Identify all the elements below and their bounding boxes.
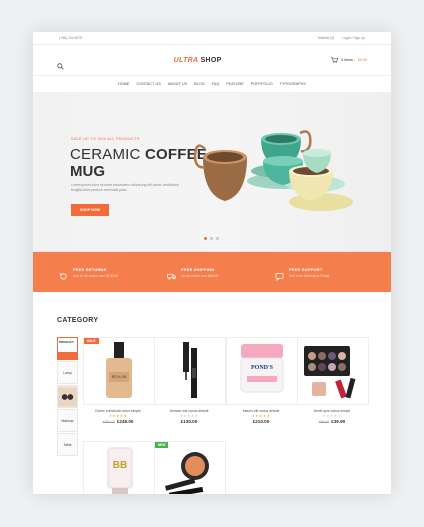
site-header: ULTRA SHOP 0 items - £0.00: [33, 45, 391, 76]
mascara-icon: [183, 342, 197, 398]
eyeshadow-palette-icon: [304, 346, 356, 399]
bb-cream-tube-icon: BB: [107, 447, 133, 494]
new-badge: NEW: [155, 442, 169, 448]
shipping-icon: [167, 268, 176, 280]
nav-contact[interactable]: CONTACT US: [136, 82, 160, 86]
product-price: £300.00 £249.00: [102, 419, 134, 424]
nav-portfolio[interactable]: PORTFOLIO: [251, 82, 273, 86]
shop-now-button[interactable]: SHOP NOW: [71, 204, 109, 216]
sidebar-item-makeup[interactable]: Makeup: [57, 409, 78, 432]
product-rating: ★★★★★: [179, 414, 199, 418]
product-card[interactable]: BB: [83, 441, 155, 494]
logo-ultra: ULTRA: [173, 56, 199, 64]
slider-dot[interactable]: [204, 237, 207, 240]
product-image[interactable]: POND'S: [226, 337, 298, 405]
product-name[interactable]: Aenean nisl varius default: [154, 409, 224, 413]
feature-returns: FREE RETURNS Any for all orders over $100…: [59, 267, 149, 280]
features-band: FREE RETURNS Any for all orders over $100…: [33, 252, 391, 292]
top-bar: (+88) 234 5678 Wishlist (0) Login / Sign…: [33, 32, 391, 45]
phone-text: (+88) 234 5678: [59, 36, 83, 40]
nav-blog[interactable]: BLOG: [194, 82, 205, 86]
product-card[interactable]: POND'S Mauris elit varius default ★★★★★ …: [226, 337, 298, 424]
nav-typography[interactable]: TYPOGRAPHY: [280, 82, 306, 86]
hero-title-line2: MUG: [70, 163, 105, 180]
sidebar-item-image[interactable]: [57, 385, 78, 408]
nav-home[interactable]: HOME: [118, 82, 129, 86]
nav-faq[interactable]: FAQ: [212, 82, 220, 86]
search-icon[interactable]: [57, 57, 64, 70]
foundation-bottle-icon: REVLON: [106, 342, 132, 398]
slider-dots[interactable]: [204, 237, 219, 240]
feature-support: FREE SUPPORT 24/7 from Monday to Friday: [275, 267, 365, 281]
svg-text:POND'S: POND'S: [251, 365, 274, 371]
product-image[interactable]: BB: [83, 441, 155, 494]
product-price: £130.00: [180, 419, 198, 424]
cart-button[interactable]: 0 items - £0.00: [331, 56, 367, 64]
nav-about[interactable]: ABOUT US: [168, 82, 187, 86]
hero-promo: SALE UP TO 30% ALL PRODUCTS: [71, 137, 140, 141]
slider-dot[interactable]: [216, 237, 219, 240]
product-price: £55.00 £39.90: [318, 419, 346, 424]
product-image[interactable]: NEW: [154, 441, 226, 494]
svg-text:REVLON: REVLON: [112, 375, 127, 379]
sunglasses-icon: [58, 387, 77, 406]
sidebar-item-table[interactable]: Table: [57, 433, 78, 456]
product-card[interactable]: SALE REVLON Donec sollicitudin dolor sim…: [83, 337, 155, 424]
category-title: CATEGORY: [57, 317, 99, 324]
product-rating: ★★★★★: [322, 414, 342, 418]
cream-jar-icon: POND'S: [240, 344, 284, 393]
slider-dot[interactable]: [210, 237, 213, 240]
product-name[interactable]: Donec sollicitudin dolor simple: [83, 409, 153, 413]
makeup-compact-icon: [164, 452, 209, 494]
hero-slider: SALE UP TO 30% ALL PRODUCTS CERAMIC COFF…: [33, 93, 391, 252]
product-image[interactable]: SALE REVLON: [83, 337, 155, 405]
product-rating: ★★★★★: [108, 414, 128, 418]
product-image[interactable]: [154, 337, 226, 405]
feature-shipping: FREE SHIPPING On all orders over $45.00: [167, 267, 257, 280]
svg-text:BB: BB: [113, 460, 127, 471]
product-card[interactable]: Aenei quis varius simple ★★★★★ £55.00 £39…: [297, 337, 369, 424]
product-card[interactable]: Aenean nisl varius default ★★★★★ £130.00: [154, 337, 226, 424]
product-name[interactable]: Mauris elit varius default: [226, 409, 296, 413]
category-sidebar: PRODUCT Lamp Makeup Table: [57, 337, 78, 457]
returns-icon: [59, 268, 68, 280]
product-price: £210.00: [252, 419, 270, 424]
product-name[interactable]: Aenei quis varius simple: [297, 409, 367, 413]
logo-shop: SHOP: [200, 56, 222, 64]
sidebar-active-bar: [58, 352, 77, 359]
support-icon: [275, 268, 284, 281]
nav-feature[interactable]: FEATURE: [226, 82, 243, 86]
main-nav: HOME CONTACT US ABOUT US BLOG FAQ FEATUR…: [33, 76, 391, 93]
sidebar-item-product[interactable]: PRODUCT: [57, 337, 78, 360]
product-image[interactable]: [297, 337, 369, 405]
login-link[interactable]: Login / Sign up: [342, 36, 365, 40]
product-card[interactable]: NEW: [154, 441, 226, 494]
hero-mugs-image: [193, 130, 353, 211]
wishlist-link[interactable]: Wishlist (0): [318, 36, 335, 40]
sidebar-item-lamp[interactable]: Lamp: [57, 361, 78, 384]
cart-icon: [331, 56, 339, 64]
cart-label: 0 items -: [341, 58, 355, 62]
product-rating: ★★★★★: [251, 414, 271, 418]
page-frame: (+88) 234 5678 Wishlist (0) Login / Sign…: [33, 32, 391, 494]
hero-description: Lorem ipsum dolor sit amet consectetur a…: [71, 183, 179, 192]
site-logo[interactable]: ULTRA SHOP: [174, 57, 222, 64]
sale-badge: SALE: [84, 338, 99, 344]
cart-total: £0.00: [358, 58, 367, 62]
